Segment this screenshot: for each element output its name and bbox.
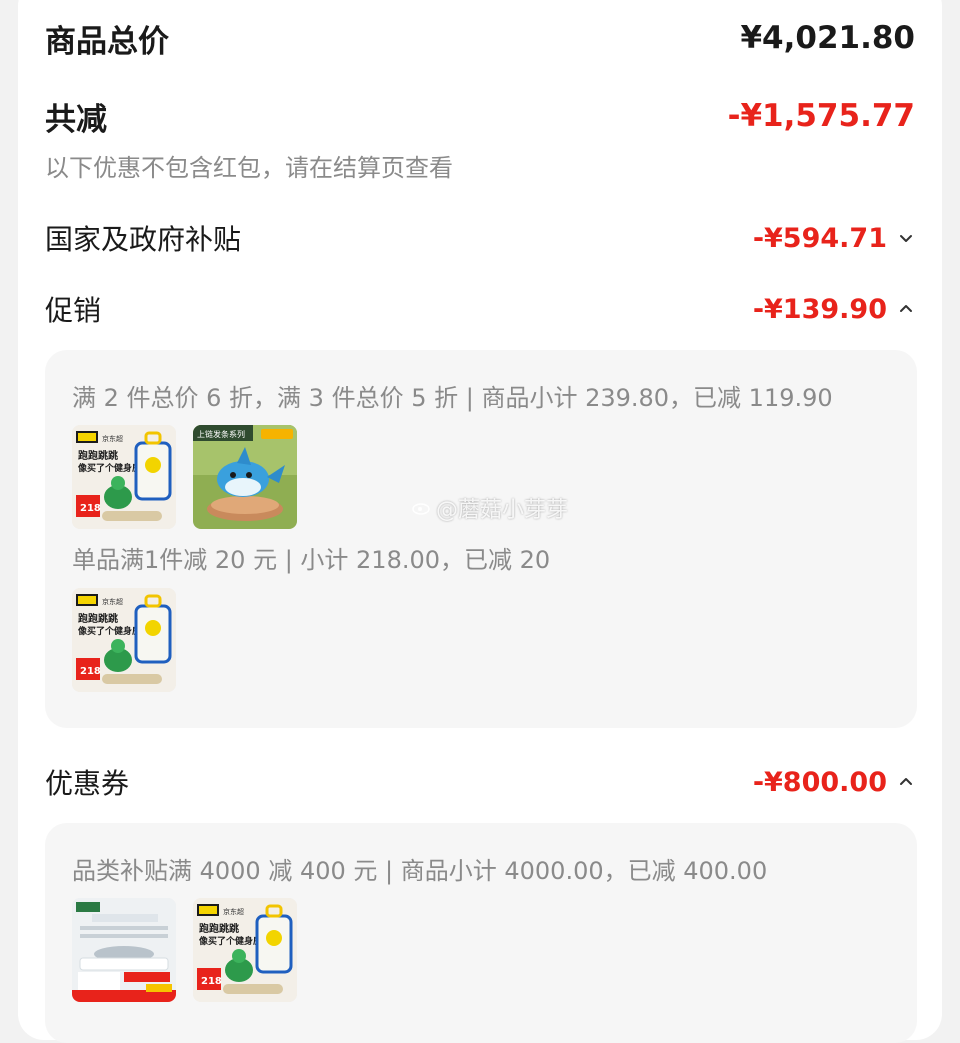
coupon-row[interactable]: 优惠券 -¥800.00 bbox=[45, 760, 915, 804]
watermark-text: @蘑菇小芽芽 bbox=[436, 498, 569, 523]
gov-subsidy-value: -¥594.71 bbox=[752, 222, 887, 254]
coupon-detail-panel: 品类补贴满 4000 减 400 元 | 商品小计 4000.00，已减 400… bbox=[45, 823, 917, 1043]
coupon-value: -¥800.00 bbox=[752, 766, 887, 798]
svg-text:像买了个健身房: 像买了个健身房 bbox=[77, 625, 141, 637]
svg-text:218: 218 bbox=[201, 976, 222, 987]
watermark: @蘑菇小芽芽 bbox=[412, 492, 568, 524]
product-thumbnail-fitness-toy[interactable]: 京东超 跑跑跳跳 像买了个健身房 218 bbox=[193, 898, 297, 1002]
product-thumbnail-shark-toy[interactable]: 上链发条系列 bbox=[193, 425, 297, 529]
coupon-rule: 品类补贴满 4000 减 400 元 | 商品小计 4000.00，已减 400… bbox=[72, 857, 768, 885]
gov-subsidy-label: 国家及政府补贴 bbox=[45, 223, 242, 256]
product-thumbnail-fitness-toy[interactable]: 京东超 跑跑跳跳 像买了个健身房 218 bbox=[72, 425, 176, 529]
svg-text:京东超: 京东超 bbox=[223, 907, 244, 916]
promo-label: 促销 bbox=[45, 294, 102, 327]
reduction-note: 以下优惠不包含红包，请在结算页查看 bbox=[45, 154, 453, 182]
svg-text:跑跑跳跳: 跑跑跳跳 bbox=[78, 449, 118, 462]
gov-subsidy-toggle[interactable]: -¥594.71 bbox=[753, 223, 915, 254]
svg-text:京东超: 京东超 bbox=[102, 434, 123, 443]
svg-text:跑跑跳跳: 跑跑跳跳 bbox=[199, 922, 239, 935]
promo-rule-1: 满 2 件总价 6 折，满 3 件总价 5 折 | 商品小计 239.80，已减… bbox=[72, 384, 833, 412]
promo-value: -¥139.90 bbox=[752, 293, 887, 325]
promo-detail-panel: 满 2 件总价 6 折，满 3 件总价 5 折 | 商品小计 239.80，已减… bbox=[45, 350, 917, 728]
total-reduction-label: 共减 bbox=[45, 101, 107, 138]
promo-toggle[interactable]: -¥139.90 bbox=[753, 294, 915, 325]
svg-text:218: 218 bbox=[80, 503, 101, 514]
total-reduction-value: -¥1,575.77 bbox=[727, 98, 915, 134]
total-price-value: ¥4,021.80 bbox=[740, 20, 915, 56]
promo-rule-2-products: 京东超 跑跑跳跳 像买了个健身房 218 bbox=[72, 588, 176, 692]
promo-row[interactable]: 促销 -¥139.90 bbox=[45, 287, 915, 331]
chevron-up-icon[interactable] bbox=[897, 773, 915, 791]
svg-text:跑跑跳跳: 跑跑跳跳 bbox=[78, 612, 118, 625]
gov-subsidy-row[interactable]: 国家及政府补贴 -¥594.71 bbox=[45, 216, 915, 260]
promo-rule-1-products: 京东超 跑跑跳跳 像买了个健身房 218 上链发条系列 bbox=[72, 425, 297, 529]
total-price-row: 商品总价 ¥4,021.80 bbox=[45, 16, 915, 60]
svg-text:上链发条系列: 上链发条系列 bbox=[197, 429, 245, 439]
svg-text:218: 218 bbox=[80, 666, 101, 677]
chevron-up-icon[interactable] bbox=[897, 300, 915, 318]
promo-rule-2: 单品满1件减 20 元 | 小计 218.00，已减 20 bbox=[72, 546, 551, 574]
svg-text:像买了个健身房: 像买了个健身房 bbox=[198, 935, 262, 947]
total-price-label: 商品总价 bbox=[45, 23, 169, 60]
product-thumbnail-mattress[interactable] bbox=[72, 898, 176, 1002]
coupon-toggle[interactable]: -¥800.00 bbox=[753, 767, 915, 798]
svg-text:京东超: 京东超 bbox=[102, 597, 123, 606]
total-reduction-row: 共减 -¥1,575.77 bbox=[45, 94, 915, 138]
weibo-icon bbox=[412, 496, 432, 521]
product-thumbnail-fitness-toy[interactable]: 京东超 跑跑跳跳 像买了个健身房 218 bbox=[72, 588, 176, 692]
coupon-products: 京东超 跑跑跳跳 像买了个健身房 218 bbox=[72, 898, 297, 1002]
coupon-label: 优惠券 bbox=[45, 767, 130, 800]
svg-text:像买了个健身房: 像买了个健身房 bbox=[77, 462, 141, 474]
chevron-down-icon[interactable] bbox=[897, 229, 915, 247]
